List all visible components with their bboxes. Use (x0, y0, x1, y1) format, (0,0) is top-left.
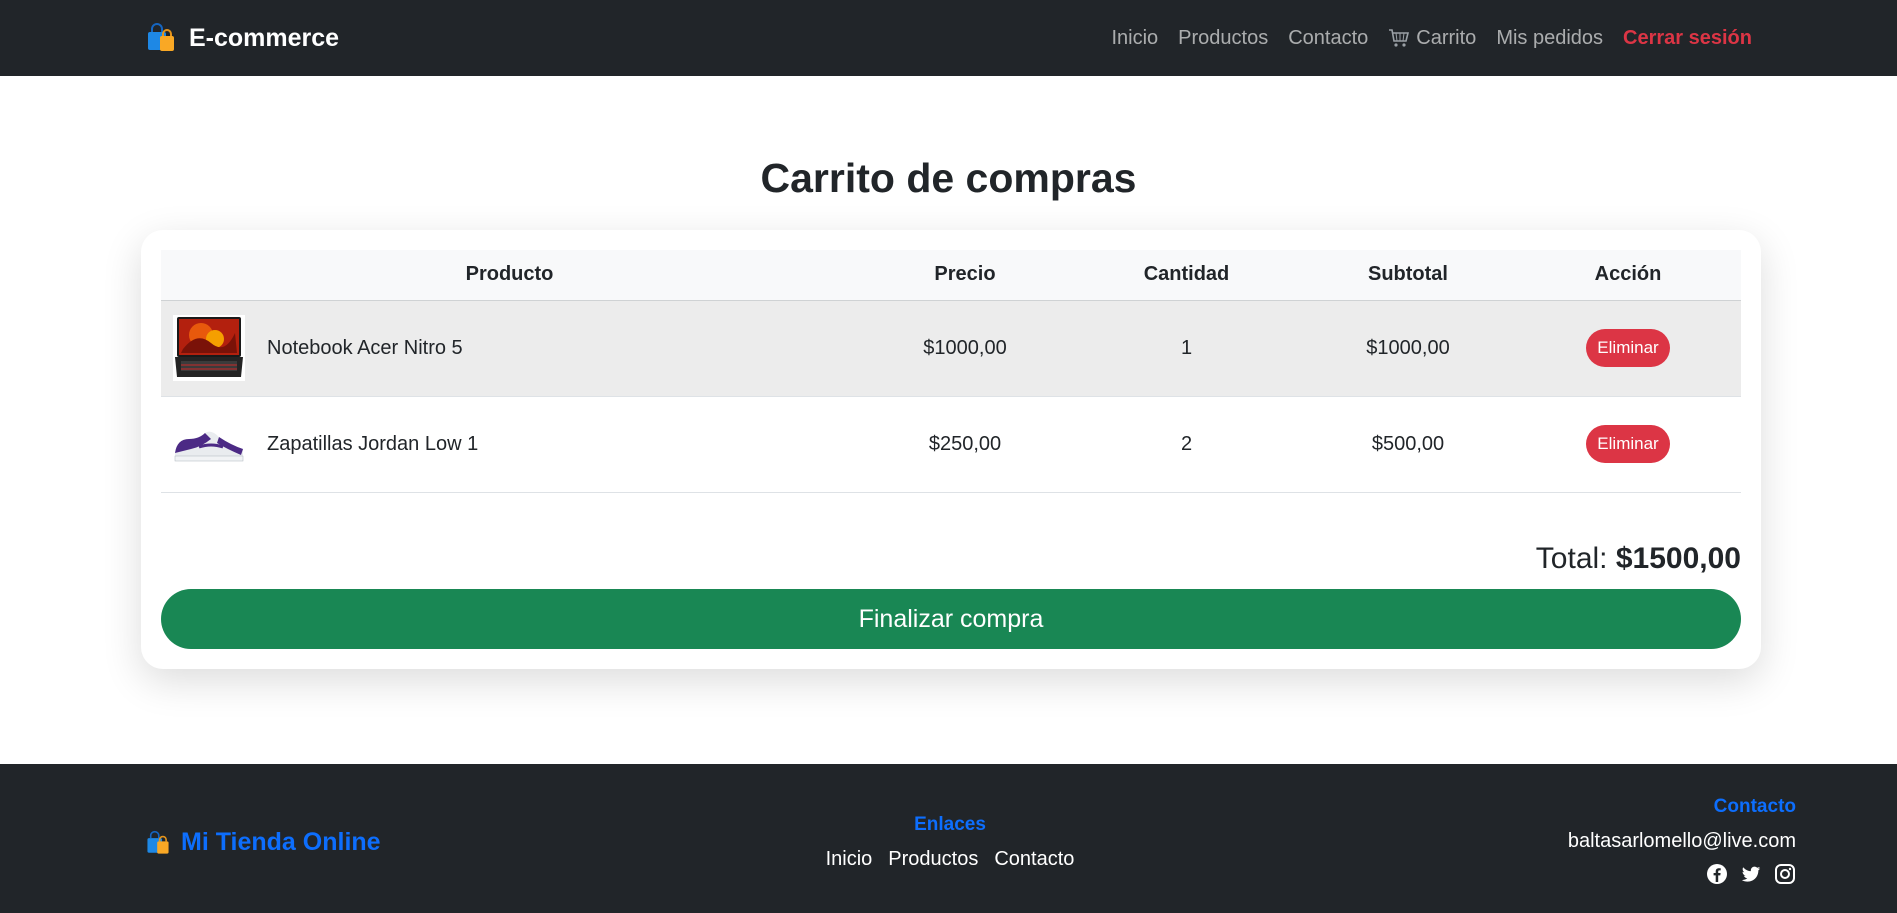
checkout-button[interactable]: Finalizar compra (161, 589, 1741, 649)
product-cell: Zapatillas Jordan Low 1 (161, 396, 858, 493)
footer-link-contacto[interactable]: Contacto (994, 848, 1074, 871)
remove-item-button[interactable]: Eliminar (1586, 425, 1670, 463)
cart-table: Producto Precio Cantidad Subtotal Acción (161, 250, 1741, 493)
nav-link-contacto[interactable]: Contacto (1288, 27, 1368, 50)
table-header-row: Producto Precio Cantidad Subtotal Acción (161, 250, 1741, 301)
brand-name: E-commerce (189, 23, 340, 52)
footer-contact-heading: Contacto (1713, 796, 1796, 817)
header-accion: Acción (1515, 250, 1741, 301)
twitter-icon[interactable] (1740, 863, 1762, 885)
contact-email: baltasarlomello@live.com (1567, 830, 1796, 852)
shopping-bags-icon (145, 22, 177, 54)
shopping-cart-icon (1388, 28, 1410, 48)
nav-link-carrito-label: Carrito (1416, 26, 1477, 49)
cart-card: Producto Precio Cantidad Subtotal Acción (141, 230, 1761, 669)
shopping-bags-icon (145, 830, 171, 856)
product-quantity: 2 (1072, 396, 1301, 493)
remove-item-button[interactable]: Eliminar (1586, 329, 1670, 367)
total-label: Total: (1535, 542, 1608, 575)
footer: Mi Tienda Online Enlaces Inicio Producto… (0, 764, 1897, 913)
table-row: Zapatillas Jordan Low 1 $250,00 2 $500,0… (161, 396, 1741, 493)
footer-link-productos[interactable]: Productos (888, 848, 978, 871)
nav-link-productos[interactable]: Productos (1178, 27, 1268, 50)
header-subtotal: Subtotal (1301, 250, 1515, 301)
nav-link-inicio[interactable]: Inicio (1111, 27, 1158, 50)
product-cell: Notebook Acer Nitro 5 (161, 300, 858, 397)
footer-contact-section: Contacto baltasarlomello@live.com (1568, 796, 1796, 885)
page-title: Carrito de compras (760, 155, 1137, 201)
navbar-brand[interactable]: E-commerce (145, 22, 339, 54)
footer-links-section: Enlaces Inicio Productos Contacto (800, 814, 1100, 871)
footer-brand: Mi Tienda Online (145, 828, 381, 857)
logout-link[interactable]: Cerrar sesión (1623, 27, 1752, 50)
footer-links-heading: Enlaces (914, 814, 986, 835)
navbar: E-commerce Inicio Productos Contacto Car… (0, 0, 1897, 76)
action-cell: Eliminar (1515, 396, 1741, 493)
action-cell: Eliminar (1515, 300, 1741, 397)
laptop-thumbnail (171, 313, 247, 383)
page: E-commerce Inicio Productos Contacto Car… (0, 0, 1897, 913)
total-value: $1500,00 (1615, 542, 1741, 575)
footer-link-inicio[interactable]: Inicio (826, 848, 873, 871)
header-precio: Precio (858, 250, 1072, 301)
footer-links: Inicio Productos Contacto (800, 848, 1100, 871)
social-links (1568, 863, 1796, 885)
nav-link-carrito[interactable]: Carrito (1388, 27, 1476, 50)
product-subtotal: $500,00 (1301, 396, 1515, 493)
product-price: $1000,00 (858, 300, 1072, 397)
header-producto: Producto (161, 250, 858, 301)
facebook-icon[interactable] (1706, 863, 1728, 885)
product-subtotal: $1000,00 (1301, 300, 1515, 397)
nav-link-mis-pedidos[interactable]: Mis pedidos (1496, 27, 1603, 50)
product-name: Notebook Acer Nitro 5 (267, 336, 463, 359)
nav-links: Inicio Productos Contacto Carrito Mis pe… (1111, 27, 1752, 50)
sneaker-thumbnail (171, 409, 247, 479)
product-name: Zapatillas Jordan Low 1 (267, 432, 479, 455)
table-row: Notebook Acer Nitro 5 $1000,00 1 $1000,0… (161, 300, 1741, 397)
cart-total: Total: $1500,00 (1536, 542, 1741, 576)
product-price: $250,00 (858, 396, 1072, 493)
product-quantity: 1 (1072, 300, 1301, 397)
instagram-icon[interactable] (1774, 863, 1796, 885)
footer-brand-name: Mi Tienda Online (181, 828, 381, 856)
header-cantidad: Cantidad (1072, 250, 1301, 301)
